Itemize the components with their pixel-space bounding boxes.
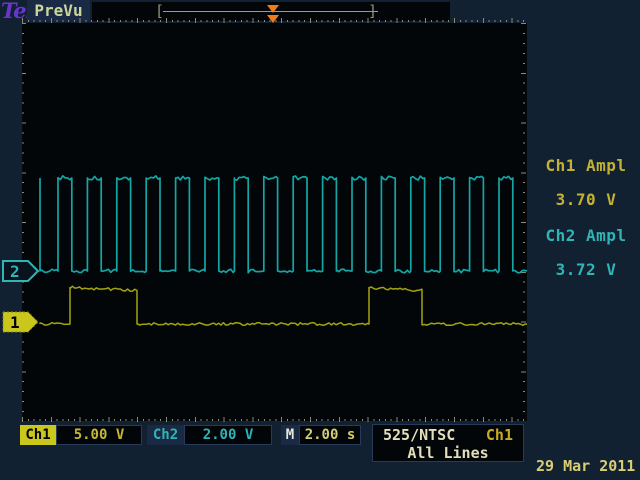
trigger-source: Ch1	[486, 426, 513, 444]
trigger-position-marker-icon	[267, 5, 279, 13]
acquisition-mode-label: PreVu	[27, 0, 90, 21]
date-label: 29 Mar 2011	[536, 458, 635, 474]
datetime-readout: 29 Mar 2011 15:57:52	[536, 442, 635, 480]
ch2-marker-label: 2	[10, 262, 20, 281]
trigger-readout-box: 525/NTSC Ch1 All Lines	[372, 424, 524, 462]
waveform-display	[22, 23, 527, 421]
ch2-position-marker: 2	[2, 260, 40, 282]
ch1-position-marker: 1	[2, 311, 40, 333]
ch1-scale-badge: Ch1	[20, 425, 56, 445]
ch1-scale-value: 5.00 V	[56, 425, 142, 445]
measurement-ch1-label: Ch1 Ampl	[535, 157, 637, 174]
measurement-ch2-ampl: Ch2 Ampl 3.72 V	[535, 210, 637, 295]
oscilloscope-screen: Tek PreVu [ ] 2 1 Ch1 Ampl 3.70 V Ch2 Am…	[0, 0, 640, 480]
measurement-ch2-value: 3.72 V	[535, 261, 637, 278]
trigger-mode: All Lines	[373, 444, 523, 462]
measurement-ch2-label: Ch2 Ampl	[535, 227, 637, 244]
trigger-position-ruler-marker-icon	[267, 15, 279, 23]
timebase-value: 2.00 s	[299, 425, 361, 445]
timebase-badge: M	[281, 425, 299, 445]
ch2-scale-value: 2.00 V	[184, 425, 272, 445]
measurement-ch1-value: 3.70 V	[535, 191, 637, 208]
ch1-marker-label: 1	[10, 313, 20, 332]
ch2-scale-badge: Ch2	[147, 425, 184, 445]
trigger-standard: 525/NTSC	[383, 426, 455, 444]
